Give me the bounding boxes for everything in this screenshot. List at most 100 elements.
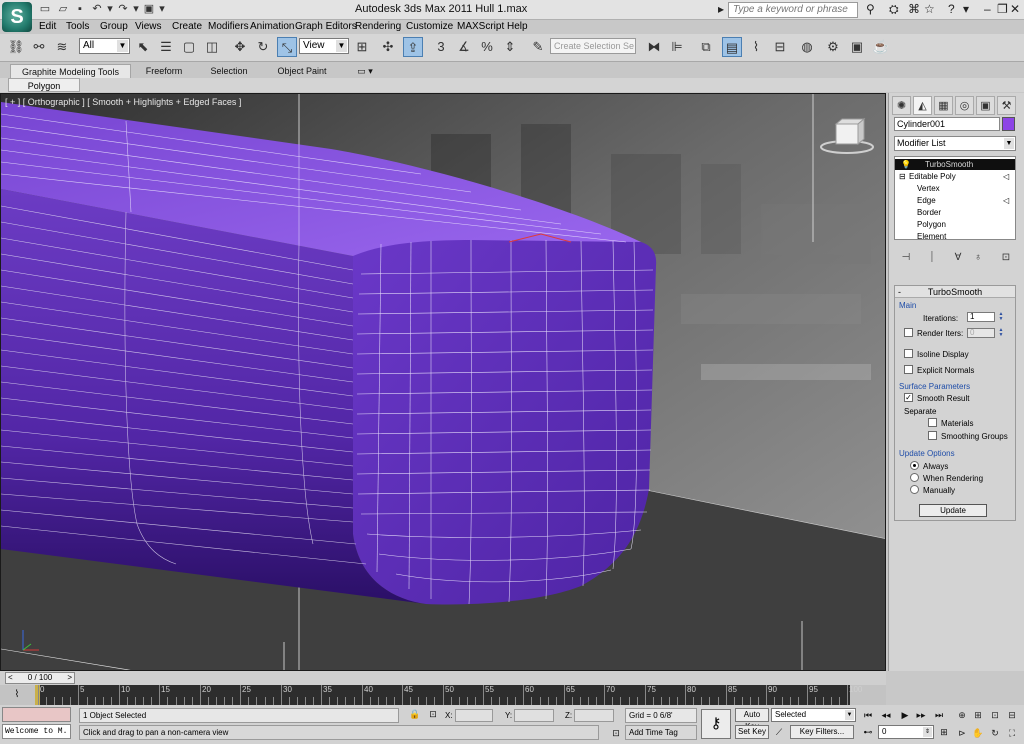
next-frame-icon[interactable]: ▸▸ [914, 709, 928, 721]
snaps-toggle-icon[interactable]: 3 [431, 37, 451, 57]
graphite-toggle-icon[interactable]: ▤ [722, 37, 742, 57]
zoom-extents-all-icon[interactable]: ⊟ [1005, 708, 1019, 722]
light-bulb-icon[interactable]: 💡 [901, 159, 911, 170]
undo-icon[interactable]: ↶ [90, 3, 104, 16]
set-key-button[interactable]: Set Key [735, 725, 769, 739]
render-production-icon[interactable]: ☕ [871, 37, 891, 57]
unlink-selection-icon[interactable]: ⚯ [29, 37, 49, 57]
stack-item-vertex[interactable]: Vertex [895, 183, 1015, 194]
3ds-max-logo-icon[interactable]: S [2, 2, 32, 32]
tab-polygon-modeling[interactable]: Polygon Modeling [8, 78, 80, 105]
hull-end-face[interactable] [353, 240, 657, 605]
modify-tab-icon[interactable]: ◭ [913, 96, 932, 115]
zoom-icon[interactable]: ⊕ [955, 708, 969, 722]
key-mode-toggle-icon[interactable]: ⊷ [861, 726, 875, 738]
select-and-scale-icon[interactable]: ⤡ [277, 37, 297, 57]
absolute-mode-icon[interactable]: ⊡ [426, 708, 440, 720]
reference-coordinate-dropdown[interactable]: View ▼ [299, 38, 349, 54]
time-tag-icon[interactable]: ⊡ [609, 727, 623, 739]
material-editor-icon[interactable]: ◍ [797, 37, 817, 57]
align-icon[interactable]: ⊫ [667, 37, 687, 57]
utilities-tab-icon[interactable]: ⚒ [997, 96, 1016, 115]
previous-frame-icon[interactable]: ◂◂ [879, 709, 893, 721]
maxscript-output[interactable]: Welcome to M. [2, 724, 71, 739]
menu-modifiers[interactable]: Modifiers [208, 21, 249, 32]
zoom-extents-icon[interactable]: ⊡ [988, 708, 1002, 722]
spinner-arrows-icon[interactable]: ⇕ [923, 727, 932, 737]
display-tab-icon[interactable]: ▣ [976, 96, 995, 115]
menu-rendering[interactable]: Rendering [355, 21, 401, 32]
stack-item-editable-poly[interactable]: ⊟ Editable Poly ◁ [895, 171, 1015, 182]
render-setup-icon[interactable]: ⚙ [823, 37, 843, 57]
make-unique-icon[interactable]: ∀ [952, 251, 964, 265]
current-frame-field[interactable]: 0 ⇕ [878, 725, 934, 739]
always-radio[interactable] [910, 461, 919, 470]
update-button[interactable]: Update [919, 504, 987, 517]
ribbon-options-dropdown-icon[interactable]: ▭ ▾ [352, 64, 378, 78]
search-input[interactable]: Type a keyword or phrase [728, 2, 858, 18]
quick-access-dropdown-icon[interactable]: ▾ [155, 3, 169, 16]
menu-tools[interactable]: Tools [66, 21, 89, 32]
tab-graphite-modeling-tools[interactable]: Graphite Modeling Tools [10, 64, 131, 78]
angle-snap-icon[interactable]: ∡ [454, 37, 474, 57]
time-slider-next-icon[interactable]: > [67, 673, 72, 683]
smooth-result-checkbox[interactable]: ✓ [904, 393, 913, 402]
smoothing-groups-checkbox[interactable] [928, 431, 937, 440]
iterations-spinner[interactable]: 1 [967, 312, 995, 322]
binoculars-icon[interactable]: ⚲ [866, 3, 875, 16]
track-ruler[interactable]: 0 5 10 15 20 25 30 35 40 45 50 55 60 65 70 75 80 85 90 95 10… [35, 685, 862, 705]
stack-item-turbosmooth[interactable]: 💡 TurboSmooth [895, 159, 1015, 170]
maxscript-listener-mini[interactable] [2, 707, 71, 722]
restore-button[interactable]: ❐ [997, 3, 1008, 16]
mini-curve-editor-icon[interactable]: ⌇ [9, 688, 25, 702]
orbit-icon[interactable]: ↻ [988, 726, 1002, 740]
remove-modifier-icon[interactable]: ♁ [972, 251, 984, 265]
keyboard-shortcut-override-icon[interactable]: ⇪ [403, 37, 423, 57]
show-end-result-icon[interactable]: ⏐ [926, 251, 938, 265]
pan-view-icon[interactable]: ✋ [971, 726, 985, 740]
stack-item-element[interactable]: Element [895, 231, 1015, 242]
explicit-normals-checkbox[interactable] [904, 365, 913, 374]
isoline-display-checkbox[interactable] [904, 349, 913, 358]
select-and-link-icon[interactable]: ⛓ [6, 37, 26, 57]
menu-animation[interactable]: Animation [250, 21, 294, 32]
rendered-frame-window-icon[interactable]: ▣ [847, 37, 867, 57]
viewport-scene[interactable] [1, 94, 886, 671]
menu-graph-editors[interactable]: Graph Editors [295, 21, 357, 32]
new-file-icon[interactable]: ▭ [38, 3, 52, 16]
key-mode-dropdown[interactable]: Selected ▼ [771, 708, 856, 722]
selection-lock-icon[interactable]: 🔒 [408, 708, 422, 720]
add-time-tag[interactable]: Add Time Tag [625, 725, 697, 740]
menu-help[interactable]: Help [507, 21, 528, 32]
default-tangents-icon[interactable]: ⟋ [772, 726, 786, 738]
create-tab-icon[interactable]: ✺ [892, 96, 911, 115]
stack-item-polygon[interactable]: Polygon [895, 219, 1015, 230]
bind-to-space-warp-icon[interactable]: ≋ [52, 37, 72, 57]
select-by-name-icon[interactable]: ☰ [156, 37, 176, 57]
tab-freeform[interactable]: Freeform [135, 64, 193, 78]
edit-named-selection-icon[interactable]: ✎ [528, 37, 548, 57]
help-dropdown-icon[interactable]: ▾ [963, 3, 969, 16]
selection-filter-dropdown[interactable]: All ▼ [79, 38, 130, 54]
object-color-swatch[interactable] [1002, 117, 1015, 131]
field-of-view-icon[interactable]: ⊳ [955, 726, 969, 740]
help-icon[interactable]: ? [948, 3, 955, 16]
project-folder-icon[interactable]: ▣ [142, 3, 156, 16]
communication-center-icon[interactable]: ⌘ [908, 3, 920, 16]
go-to-end-icon[interactable]: ⏭ [932, 709, 946, 721]
hierarchy-tab-icon[interactable]: ▦ [934, 96, 953, 115]
key-filters-button[interactable]: Key Filters... [790, 725, 854, 739]
rectangular-selection-icon[interactable]: ▢ [179, 37, 199, 57]
object-name-field[interactable]: Cylinder001 [894, 117, 1000, 131]
render-iters-spinner-arrows[interactable]: ▲ ▼ [997, 328, 1005, 338]
viewport-label-menu[interactable]: [ + ] [ Orthographic ] [ Smooth + Highli… [5, 97, 241, 107]
maximize-viewport-icon[interactable]: ⛶ [1005, 726, 1019, 740]
spinner-snap-icon[interactable]: ⇕ [500, 37, 520, 57]
redo-dropdown-icon[interactable]: ▾ [129, 3, 143, 16]
percent-snap-icon[interactable]: % [477, 37, 497, 57]
rollout-collapse-icon[interactable]: - [898, 286, 901, 298]
mirror-icon[interactable]: ⧓ [644, 37, 664, 57]
pin-stack-icon[interactable]: ⊣ [900, 251, 912, 265]
play-icon[interactable]: ▶ [898, 709, 912, 721]
stack-item-border[interactable]: Border [895, 207, 1015, 218]
